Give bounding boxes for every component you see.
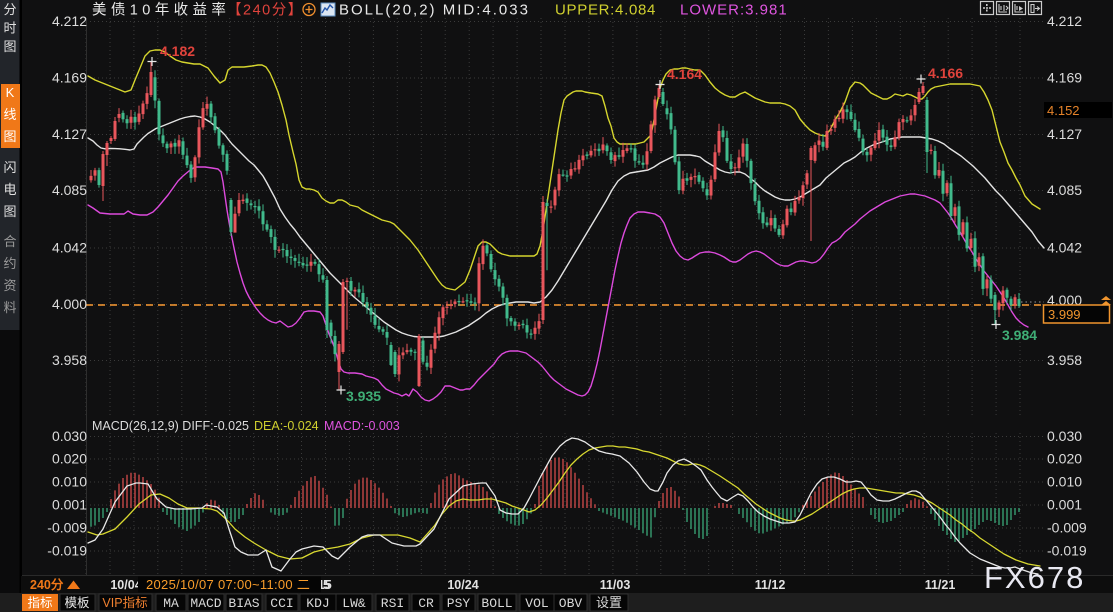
svg-text:BOLL: BOLL [481, 596, 512, 611]
svg-text:240分: 240分 [30, 577, 64, 592]
svg-text:-0.009: -0.009 [47, 520, 87, 536]
svg-text:【240分】: 【240分】 [227, 2, 304, 19]
svg-text:RSI: RSI [381, 596, 404, 611]
svg-text:图: 图 [3, 39, 16, 54]
svg-text:4.000: 4.000 [52, 296, 87, 312]
svg-text:0.030: 0.030 [1047, 428, 1082, 444]
svg-text:设置: 设置 [596, 595, 622, 610]
svg-text:K: K [6, 85, 15, 100]
svg-text:指标: 指标 [27, 595, 52, 610]
svg-text:MA: MA [163, 596, 179, 611]
svg-text:线: 线 [3, 107, 16, 122]
svg-text:10/24: 10/24 [447, 578, 478, 592]
svg-text:BOLL(20,2) MID:4.033: BOLL(20,2) MID:4.033 [339, 2, 530, 19]
svg-text:4.169: 4.169 [52, 70, 87, 86]
svg-text:料: 料 [3, 300, 16, 315]
svg-text:KDJ: KDJ [306, 596, 329, 611]
svg-text:4.212: 4.212 [1047, 13, 1082, 29]
svg-text:-0.009: -0.009 [1047, 520, 1087, 536]
svg-text:4.042: 4.042 [1047, 240, 1082, 256]
svg-text:DEA:-0.024: DEA:-0.024 [254, 419, 319, 433]
svg-text:4.166: 4.166 [928, 65, 963, 81]
svg-text:MACD: MACD [190, 596, 221, 611]
svg-text:3.958: 3.958 [52, 352, 87, 368]
svg-text:4.164: 4.164 [667, 66, 702, 82]
svg-text:0.001: 0.001 [52, 497, 87, 513]
svg-text:-0.019: -0.019 [47, 543, 87, 559]
svg-text:0.030: 0.030 [52, 428, 87, 444]
svg-text:4.169: 4.169 [1047, 70, 1082, 86]
svg-text:LW&: LW& [342, 596, 366, 611]
svg-text:0.020: 0.020 [1047, 451, 1082, 467]
svg-text:约: 约 [3, 256, 16, 271]
svg-text:4.085: 4.085 [1047, 182, 1082, 198]
svg-text:11/03: 11/03 [600, 578, 631, 592]
svg-text:MACD:-0.003: MACD:-0.003 [324, 419, 400, 433]
svg-text:0.010: 0.010 [1047, 474, 1082, 490]
svg-text:4.212: 4.212 [52, 13, 87, 29]
svg-text:-0.019: -0.019 [1047, 543, 1087, 559]
svg-text:闪: 闪 [3, 160, 16, 175]
svg-text:图: 图 [3, 204, 16, 219]
svg-text:时: 时 [3, 21, 16, 36]
svg-text:CR: CR [418, 596, 434, 611]
svg-text:CCI: CCI [270, 596, 293, 611]
svg-text:11/12: 11/12 [755, 578, 786, 592]
svg-text:4.152: 4.152 [1047, 103, 1080, 118]
svg-text:10/04: 10/04 [110, 578, 141, 592]
svg-text:3.935: 3.935 [346, 388, 381, 404]
svg-text:OBV: OBV [559, 596, 583, 611]
svg-text:分: 分 [3, 2, 16, 17]
svg-text:LOWER:3.981: LOWER:3.981 [680, 2, 788, 19]
svg-text:4.182: 4.182 [160, 43, 195, 59]
svg-text:2025/10/07 07:00~11:00 二: 2025/10/07 07:00~11:00 二 [146, 577, 310, 592]
svg-text:4.085: 4.085 [52, 182, 87, 198]
svg-text:5: 5 [323, 578, 330, 592]
svg-text:PSY: PSY [447, 596, 471, 611]
svg-text:合: 合 [3, 234, 16, 249]
svg-text:模板: 模板 [64, 596, 90, 610]
svg-text:FX678: FX678 [984, 560, 1085, 595]
svg-text:0.010: 0.010 [52, 474, 87, 490]
svg-text:UPPER:4.084: UPPER:4.084 [555, 2, 656, 19]
svg-text:3.999: 3.999 [1048, 307, 1081, 322]
svg-text:BIAS: BIAS [228, 596, 259, 611]
svg-text:0.020: 0.020 [52, 451, 87, 467]
svg-text:0.001: 0.001 [1047, 497, 1082, 513]
svg-text:3.958: 3.958 [1047, 352, 1082, 368]
svg-text:3.984: 3.984 [1002, 327, 1037, 343]
svg-text:资: 资 [3, 278, 16, 293]
svg-text:VIP指标: VIP指标 [102, 595, 147, 610]
svg-text:4.042: 4.042 [52, 240, 87, 256]
svg-text:电: 电 [3, 182, 16, 197]
svg-text:11/21: 11/21 [925, 578, 956, 592]
svg-text:4.127: 4.127 [1047, 126, 1082, 142]
svg-text:MACD(26,12,9) DIFF:-0.025: MACD(26,12,9) DIFF:-0.025 [92, 419, 249, 433]
svg-text:VOL: VOL [525, 596, 548, 611]
svg-text:美债10年收益率: 美债10年收益率 [92, 2, 230, 19]
svg-text:图: 图 [3, 129, 16, 144]
svg-text:4.127: 4.127 [52, 126, 87, 142]
